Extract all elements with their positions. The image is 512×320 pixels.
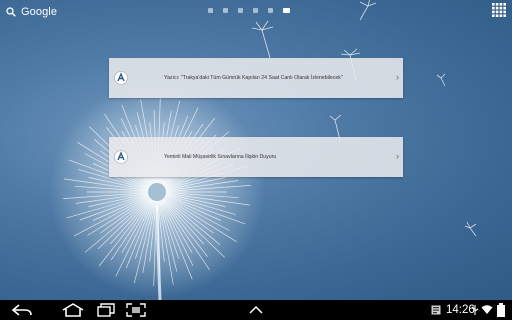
chevron-right-icon[interactable]: › xyxy=(396,73,399,82)
home-icon[interactable] xyxy=(60,303,86,317)
chevron-right-icon[interactable]: › xyxy=(396,152,399,161)
app-drawer-button[interactable] xyxy=(492,3,506,17)
news-widget-1[interactable]: Yazıcı: "Trakya'daki Tüm Gümrük Kapıları… xyxy=(109,58,403,98)
news-app-logo-icon xyxy=(114,71,128,85)
notification-icon xyxy=(431,305,441,315)
page-dot[interactable] xyxy=(238,8,243,13)
usb-icon xyxy=(471,305,479,315)
page-dot[interactable] xyxy=(208,8,213,13)
back-icon[interactable] xyxy=(10,303,34,317)
top-bar: Google xyxy=(0,0,512,26)
news-widget-2[interactable]: Yeminli Mali Müşavirlik Sınavlarına İliş… xyxy=(109,137,403,177)
recent-apps-icon[interactable] xyxy=(97,303,115,317)
app-drawer-icon xyxy=(492,3,506,17)
news-headline: Yeminli Mali Müşavirlik Sınavlarına İliş… xyxy=(164,154,277,160)
screenshot-icon[interactable] xyxy=(126,303,146,317)
google-search-bar[interactable]: Google xyxy=(6,4,57,20)
search-icon xyxy=(6,7,16,17)
system-navigation-bar: 14:26 xyxy=(0,300,512,320)
news-app-logo-icon xyxy=(114,150,128,164)
up-chevron-icon[interactable] xyxy=(249,306,263,314)
page-dot[interactable] xyxy=(253,8,258,13)
page-dot[interactable] xyxy=(268,8,273,13)
page-dot[interactable] xyxy=(223,8,228,13)
battery-icon xyxy=(497,303,505,317)
wifi-icon xyxy=(481,305,493,314)
search-label: Google xyxy=(21,6,58,18)
page-dot-active[interactable] xyxy=(283,8,290,13)
news-headline: Yazıcı: "Trakya'daki Tüm Gümrük Kapıları… xyxy=(164,75,343,81)
page-indicator xyxy=(208,8,290,13)
